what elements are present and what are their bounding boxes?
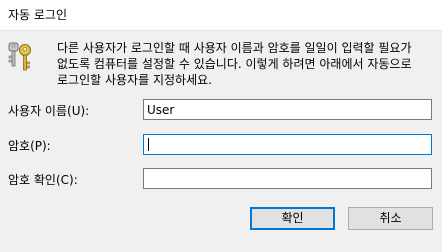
cancel-button[interactable]: 취소 — [348, 207, 433, 230]
password-label: 암호(P): — [8, 139, 51, 153]
username-input[interactable] — [143, 99, 432, 120]
dialog-description: 다른 사용자가 로그인할 때 사용자 이름과 암호를 일일이 입력할 필요가 없… — [57, 41, 412, 87]
auto-logon-dialog: 자동 로그인 다른 사용자가 로그인할 때 사용자 이름과 암호를 일일이 입력… — [0, 0, 442, 252]
username-label: 사용자 이름(U): — [8, 104, 90, 118]
text-caret — [148, 138, 149, 151]
ok-button[interactable]: 확인 — [250, 207, 335, 230]
confirm-password-input[interactable] — [143, 168, 432, 189]
window-title: 자동 로그인 — [8, 8, 68, 22]
title-bar[interactable]: 자동 로그인 — [0, 0, 442, 31]
confirm-password-label: 암호 확인(C): — [8, 173, 78, 187]
keys-icon — [8, 42, 31, 71]
password-input[interactable] — [143, 134, 432, 155]
